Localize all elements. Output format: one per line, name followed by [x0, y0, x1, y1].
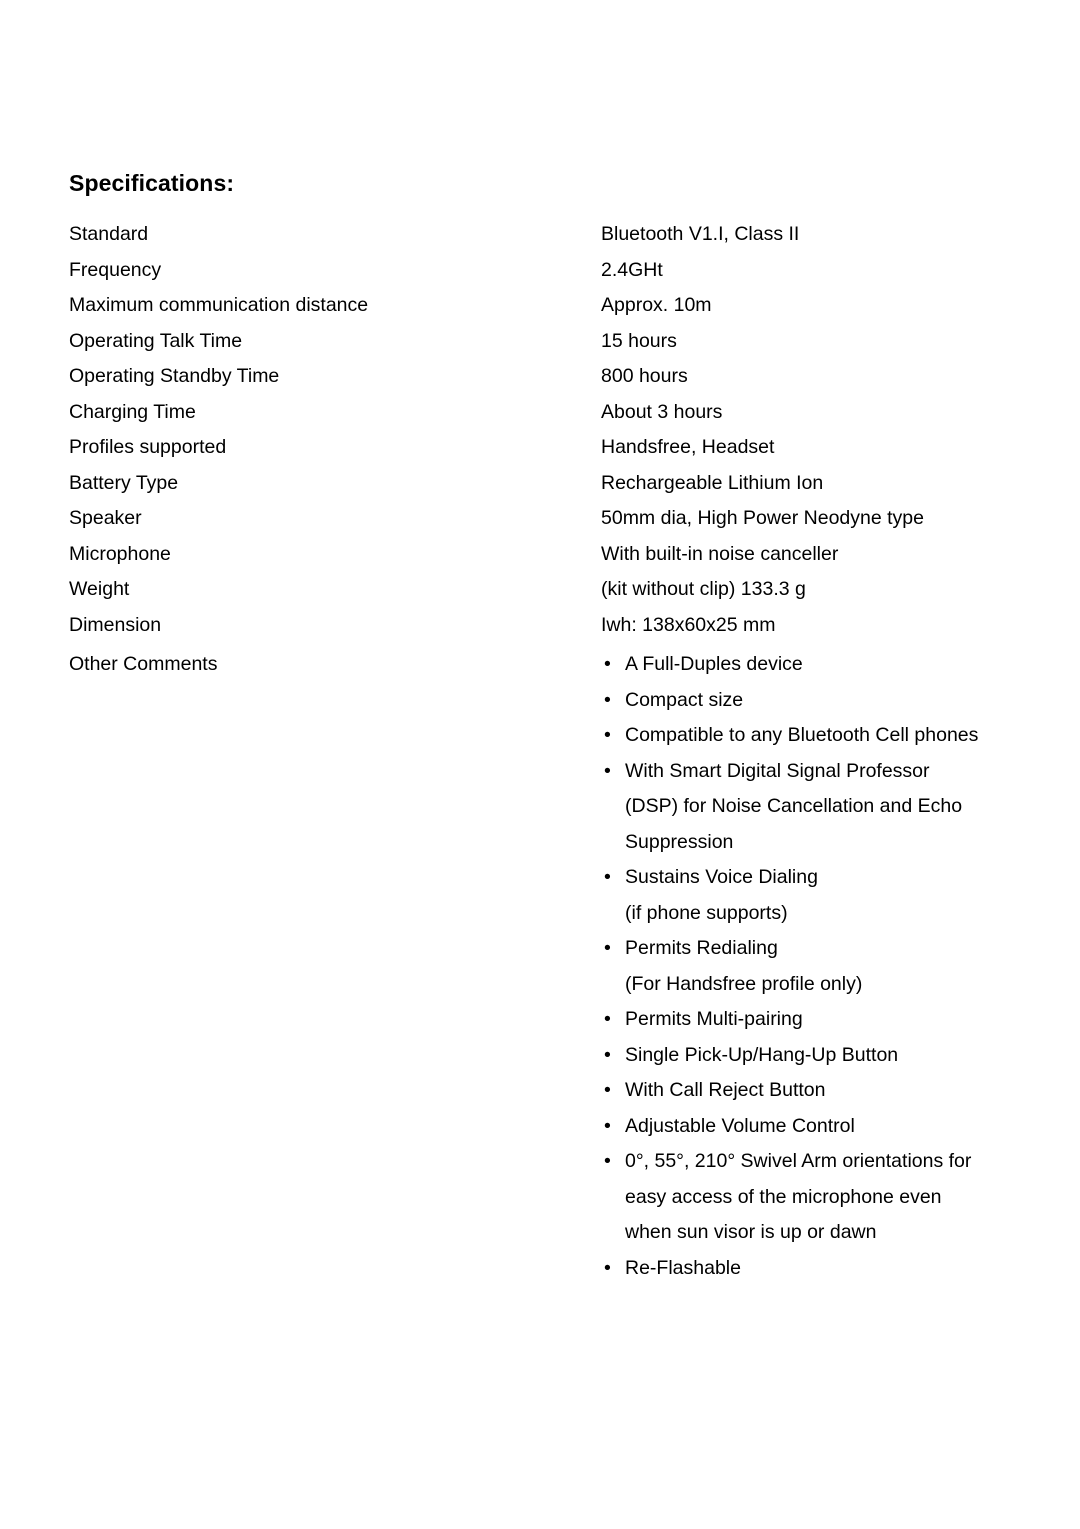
- list-item-text: A Full-Duples device: [625, 653, 803, 675]
- spec-label: Dimension: [69, 613, 162, 636]
- spec-value: Rechargeable Lithium Ion: [601, 471, 824, 494]
- spec-value: Bluetooth V1.I, Class II: [601, 223, 800, 245]
- spec-value: Handsfree, Headset: [601, 436, 775, 458]
- list-item-text: 0°, 55°, 210° Swivel Arm orientations fo…: [625, 1150, 972, 1172]
- list-item: • Compatible to any Bluetooth Cell phones: [601, 718, 1041, 754]
- list-item-continuation: easy access of the microphone even: [625, 1185, 942, 1208]
- list-item-text: Sustains Voice Dialing: [625, 866, 818, 888]
- spec-value: About 3 hours: [601, 400, 723, 423]
- list-item: • Sustains Voice Dialing (if phone support…: [601, 860, 1041, 931]
- list-item: • Single Pick-Up/Hang-Up Button: [601, 1038, 1041, 1074]
- spec-label: Microphone: [69, 542, 171, 565]
- spec-row: Operating Standby Time 800 hours: [0, 363, 1080, 399]
- list-item-continuation: (DSP) for Noise Cancellation and Echo: [625, 795, 963, 817]
- spec-value: 2.4GHt: [601, 258, 663, 281]
- spec-label: Maximum communication distance: [69, 294, 369, 316]
- spec-value: With built-in noise canceller: [601, 542, 839, 565]
- list-item-text: Compatible to any Bluetooth Cell phones: [625, 724, 979, 746]
- spec-row: Profiles supported Handsfree, Headset: [0, 434, 1080, 470]
- spec-label: Operating Standby Time: [69, 365, 280, 387]
- list-item-text: With Call Reject Button: [625, 1079, 826, 1101]
- specifications-table: Standard Bluetooth V1.I, Class II Frequenc…: [0, 221, 1080, 1286]
- list-item: • With Call Reject Button: [601, 1073, 1041, 1109]
- other-comments-list: • A Full-Duples device • Compact size • Compa…: [601, 647, 1041, 1286]
- spec-row: Speaker 50mm dia, High Power Neodyne type: [0, 505, 1080, 541]
- spec-label: Standard: [69, 223, 149, 245]
- spec-row: Weight (kit without clip) 133.3 g: [0, 576, 1080, 612]
- bullet-icon: •: [604, 1043, 611, 1066]
- spec-row: Microphone With built-in noise canceller: [0, 541, 1080, 577]
- spec-row: Standard Bluetooth V1.I, Class II: [0, 221, 1080, 257]
- bullet-icon: •: [604, 653, 611, 675]
- list-item: • Re-Flashable: [601, 1251, 1041, 1287]
- page-title: Specifications:: [69, 170, 235, 196]
- spec-row: Frequency 2.4GHt: [0, 257, 1080, 293]
- bullet-icon: •: [604, 1150, 611, 1172]
- list-item-continuation: Suppression: [625, 830, 734, 853]
- bullet-icon: •: [604, 866, 611, 888]
- list-item-continuation: when sun visor is up or dawn: [625, 1221, 877, 1243]
- spec-row: Maximum communication distance Approx. 10…: [0, 292, 1080, 328]
- list-item-continuation: (For Handsfree profile only): [625, 972, 863, 995]
- spec-row: Battery Type Rechargeable Lithium Ion: [0, 470, 1080, 506]
- list-item-text: Permits Redialing: [625, 937, 778, 959]
- spec-value: 15 hours: [601, 329, 677, 352]
- list-item: • Permits Redialing (For Handsfree profile…: [601, 931, 1041, 1002]
- spec-value: Iwh: 138x60x25 mm: [601, 613, 776, 636]
- spec-value: 800 hours: [601, 365, 688, 387]
- bullet-icon: •: [604, 724, 611, 746]
- spec-value: (kit without clip) 133.3 g: [601, 578, 806, 600]
- list-item-text: With Smart Digital Signal Professor: [625, 759, 930, 782]
- spec-label: Frequency: [69, 258, 162, 281]
- list-item-text: Adjustable Volume Control: [625, 1114, 855, 1137]
- bullet-icon: •: [604, 937, 611, 959]
- bullet-icon: •: [604, 1079, 611, 1101]
- list-item: • A Full-Duples device: [601, 647, 1041, 683]
- list-item: • Adjustable Volume Control: [601, 1109, 1041, 1145]
- spec-value: Approx. 10m: [601, 294, 712, 316]
- spec-label: Speaker: [69, 507, 142, 529]
- bullet-icon: •: [604, 688, 611, 711]
- list-item-text: Single Pick-Up/Hang-Up Button: [625, 1043, 899, 1066]
- list-item: • With Smart Digital Signal Professor (DSP…: [601, 754, 1041, 861]
- bullet-icon: •: [604, 1008, 611, 1030]
- document-page: Specifications: Standard Bluetooth V1.I, …: [0, 0, 1080, 1529]
- spec-label: Profiles supported: [69, 436, 227, 458]
- list-item-text: Permits Multi-pairing: [625, 1008, 803, 1030]
- spec-value: 50mm dia, High Power Neodyne type: [601, 507, 924, 529]
- spec-label: Charging Time: [69, 400, 196, 423]
- spec-label: Battery Type: [69, 471, 179, 494]
- spec-label: Weight: [69, 578, 130, 600]
- list-item: • 0°, 55°, 210° Swivel Arm orientations f…: [601, 1144, 1041, 1251]
- list-item: • Permits Multi-pairing: [601, 1002, 1041, 1038]
- spec-row: Charging Time About 3 hours: [0, 399, 1080, 435]
- list-item-continuation: (if phone supports): [625, 901, 788, 924]
- bullet-icon: •: [604, 759, 611, 782]
- spec-label: Operating Talk Time: [69, 329, 243, 352]
- list-item-text: Compact size: [625, 688, 744, 711]
- list-item-text: Re-Flashable: [625, 1256, 741, 1279]
- bullet-icon: •: [604, 1256, 611, 1279]
- spec-row: Operating Talk Time 15 hours: [0, 328, 1080, 364]
- bullet-icon: •: [604, 1114, 611, 1137]
- other-comments-row: Other Comments • A Full-Duples device • Comp…: [0, 647, 1080, 1286]
- list-item: • Compact size: [601, 683, 1041, 719]
- spec-row: Dimension Iwh: 138x60x25 mm: [0, 612, 1080, 648]
- other-comments-label: Other Comments: [69, 653, 218, 675]
